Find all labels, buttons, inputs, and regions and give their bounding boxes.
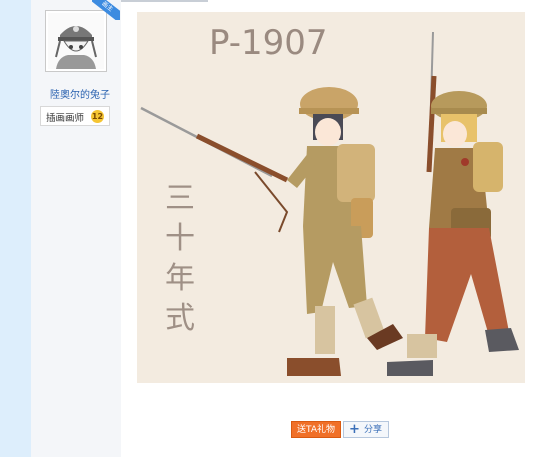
left-rail (0, 0, 31, 457)
avatar-image (48, 13, 104, 69)
share-button[interactable]: + 分享 (343, 421, 389, 438)
plus-icon: + (349, 422, 360, 437)
role-label: 插画画师 (46, 113, 85, 124)
role-badge: 插画画师 12 (40, 106, 110, 126)
soldier-right (387, 31, 519, 376)
artwork-canvas[interactable]: P-1907 三 十 年 式 (137, 12, 525, 383)
artwork-vertical-text: 三 十 年 式 (165, 181, 205, 336)
badge-ribbon: 画主 (92, 0, 120, 20)
level-badge: 12 (91, 110, 104, 123)
badge-ribbon-label: 画主 (92, 0, 120, 20)
send-gift-button[interactable]: 送TA礼物 (291, 421, 341, 438)
artwork-illustration: P-1907 三 十 年 式 (140, 23, 519, 376)
profile-username[interactable]: 陸奧尔的兔子 (40, 86, 120, 101)
artwork-title-text: P-1907 (209, 23, 328, 63)
share-button-label: 分享 (364, 425, 383, 435)
